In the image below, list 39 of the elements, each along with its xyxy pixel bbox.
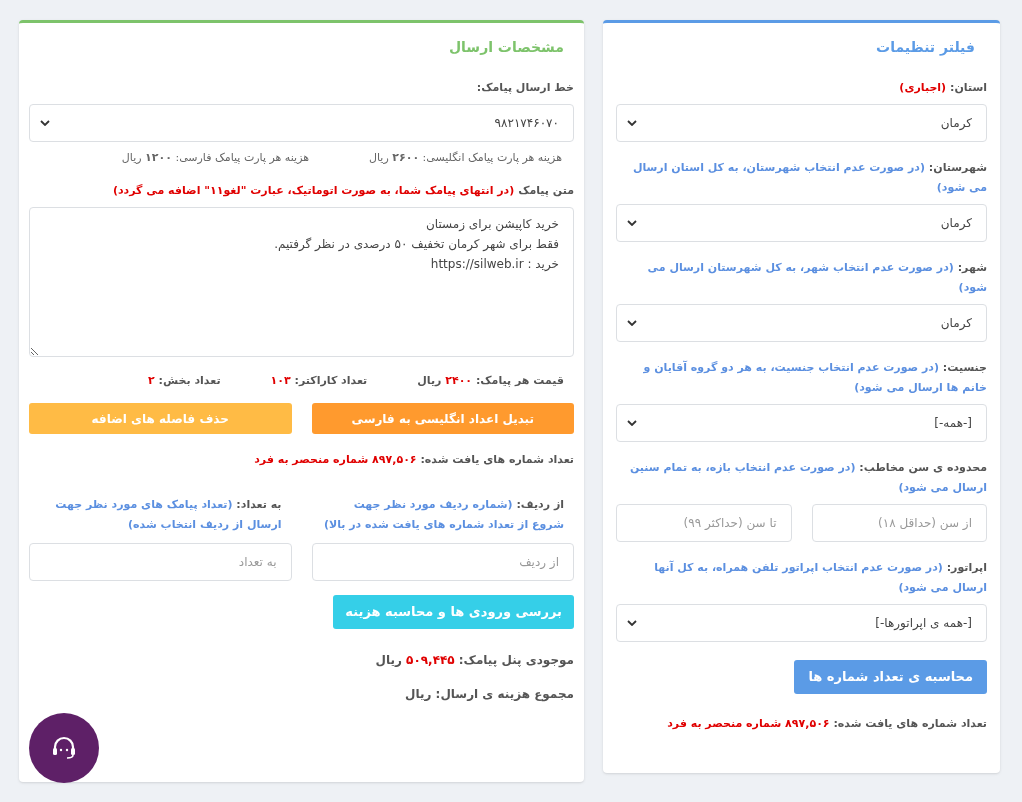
chevron-down-icon (40, 120, 50, 126)
select-field[interactable]: [-همه ی اپراتورها-] (616, 604, 987, 642)
field-label: خط ارسال پیامک: (475, 80, 574, 96)
select-field[interactable]: ۹۸۲۱۷۴۶۰۷۰ (29, 104, 574, 142)
select-field[interactable]: کرمان (616, 204, 987, 242)
card-title: مشخصات ارسال (447, 38, 565, 57)
message-field[interactable]: خرید کاپیشن برای زمستان فقط برای شهر کرمان تخفیف ۵۰ درصدی در نظر گرفتیم. خرید : https://silweb.ir (29, 206, 574, 357)
info-text: مجموع هزینه ی ارسال: ریال (404, 685, 574, 703)
field-label: متن پیامک (در انتهای پیامک شما، به صورت اتوماتیک، عبارت "لغو۱۱" اضافه می گردد) (111, 182, 574, 199)
input-field[interactable]: از ردیف (311, 542, 574, 581)
info-text: تعداد بخش: ۲ (148, 372, 221, 389)
info-text: تعداد کاراکتر: ۱۰۳ (270, 372, 368, 389)
headset-icon (51, 736, 77, 760)
input-field[interactable]: تا سن (حداکثر ۹۹) (616, 504, 792, 542)
info-text: هزینه هر پارت پیامک فارسی: ۱۲۰۰ ریال (121, 150, 309, 166)
chevron-down-icon (627, 120, 637, 126)
field-label: اپراتور: (در صورت عدم انتخاب اپراتور تلفن همراه، به کل آنها ارسال می شود) (653, 559, 987, 596)
card-title: فیلتر تنظیمات (875, 38, 976, 58)
field-label: محدوده ی سن مخاطب: (در صورت عدم انتخاب بازه، به تمام سنین ارسال می شود) (628, 460, 987, 496)
field-label: از ردیف: (شماره ردیف مورد نظر جهت شروع از تعداد شماره های یافت شده در بالا) (322, 496, 565, 533)
input-field[interactable]: از سن (حداقل ۱۸) (811, 504, 987, 542)
info-text: قیمت هر پیامک: ۲۴۰۰ ریال (417, 372, 564, 389)
chevron-down-icon (627, 220, 637, 226)
result-text: تعداد شماره های یافت شده: ۸۹۷,۵۰۶ شماره منحصر به فرد (666, 716, 987, 732)
info-text: موجودی پنل پیامک: ۵۰۹,۴۴۵ ریال (374, 651, 574, 669)
chevron-down-icon (627, 420, 637, 426)
field-label: شهر: (در صورت عدم انتخاب شهر، به کل شهرستان ارسال می شود) (646, 260, 987, 296)
select-field[interactable]: [-همه-] (616, 404, 987, 442)
field-label: به تعداد: (تعداد پیامک های مورد نظر جهت ارسال از ردیف انتخاب شده) (54, 496, 283, 533)
chevron-down-icon (627, 620, 637, 626)
chevron-down-icon (627, 320, 637, 326)
info-text: هزینه هر پارت پیامک انگلیسی: ۲۶۰۰ ریال (369, 150, 562, 166)
select-field[interactable]: کرمان (616, 104, 987, 142)
input-field[interactable]: به تعداد (29, 542, 292, 581)
field-label: جنسیت: (در صورت عدم انتخاب جنسیت، به هر دو گروه آقایان و خانم ها ارسال می شود) (642, 359, 987, 396)
field-label: استان: (اجباری) (898, 80, 987, 96)
select-field[interactable]: کرمان (616, 304, 987, 342)
result-text: تعداد شماره های یافت شده: ۸۹۷,۵۰۶ شماره منحصر به فرد (253, 452, 574, 468)
field-label: شهرستان: (در صورت عدم انتخاب شهرستان، به کل استان ارسال می شود) (631, 160, 987, 196)
